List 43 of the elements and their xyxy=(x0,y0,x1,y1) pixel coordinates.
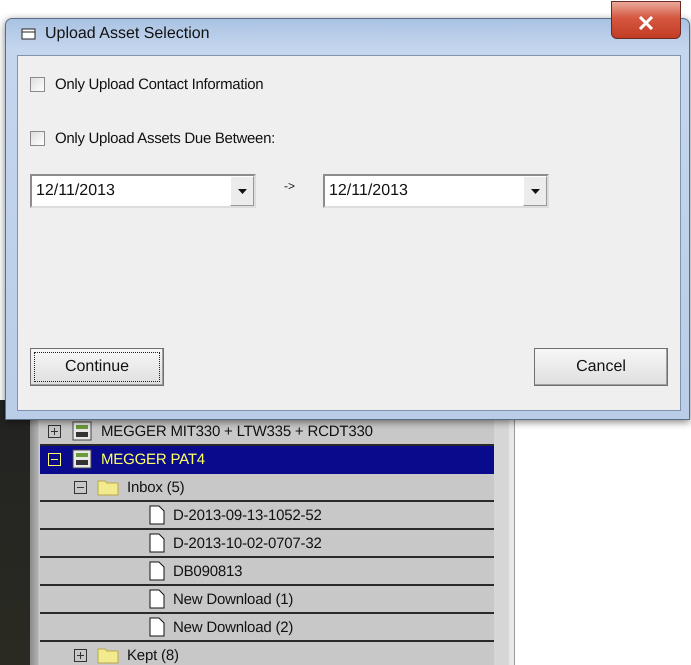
tree-label: New Download (2) xyxy=(173,618,294,636)
document-icon xyxy=(149,617,165,637)
checkbox[interactable] xyxy=(30,76,45,92)
window-title: Upload Asset Selection xyxy=(45,25,210,43)
document-icon xyxy=(149,533,165,553)
date-dropdown[interactable]: 12/11/2013 xyxy=(30,174,256,208)
checkbox-label: Only Upload Contact Information xyxy=(55,76,264,92)
device-icon xyxy=(71,449,93,469)
tree-label: DB090813 xyxy=(173,562,242,580)
tree-row[interactable]: D-2013-10-02-0707-32 xyxy=(40,530,494,558)
continue-button[interactable]: Continue xyxy=(30,348,164,386)
document-icon xyxy=(149,561,165,581)
folder-icon xyxy=(97,646,119,664)
close-button[interactable] xyxy=(611,1,681,39)
tree-label: Kept (8) xyxy=(127,646,179,664)
collapse-icon[interactable] xyxy=(74,480,87,494)
checkbox[interactable] xyxy=(30,130,45,146)
tree-row[interactable]: Inbox (5) xyxy=(40,474,494,502)
document-icon xyxy=(149,505,165,525)
tree-label: MEGGER PAT4 xyxy=(101,450,205,468)
document-icon xyxy=(149,589,165,609)
checkbox-label: Only Upload Assets Due Between: xyxy=(55,130,275,146)
expand-icon[interactable] xyxy=(48,424,61,438)
tree-label: D-2013-09-13-1052-52 xyxy=(173,506,322,524)
device-icon xyxy=(71,421,93,441)
tree-label: MEGGER MIT330 + LTW335 + RCDT330 xyxy=(101,422,373,440)
tree-label: Inbox (5) xyxy=(127,478,184,496)
tree-row[interactable]: MEGGER MIT330 + LTW335 + RCDT330 xyxy=(40,418,494,446)
date-dropdown[interactable]: 12/11/2013 xyxy=(323,174,549,208)
tree-row[interactable]: D-2013-09-13-1052-52 xyxy=(40,502,494,530)
tree-label: New Download (1) xyxy=(173,590,294,608)
tree-row[interactable]: Kept (8) xyxy=(40,642,494,665)
close-icon xyxy=(638,16,654,30)
tree-label: D-2013-10-02-0707-32 xyxy=(173,534,322,552)
tree-row[interactable]: DB090813 xyxy=(40,558,494,586)
tree-row[interactable]: MEGGER PAT4 xyxy=(40,446,494,474)
range-arrow: -> xyxy=(282,179,296,193)
expand-icon[interactable] xyxy=(74,648,87,662)
folder-icon xyxy=(97,478,119,496)
tree-row[interactable]: New Download (2) xyxy=(40,614,494,642)
window-icon xyxy=(21,27,37,41)
tree-row[interactable]: New Download (1) xyxy=(40,586,494,614)
cancel-button[interactable]: Cancel xyxy=(534,348,668,386)
